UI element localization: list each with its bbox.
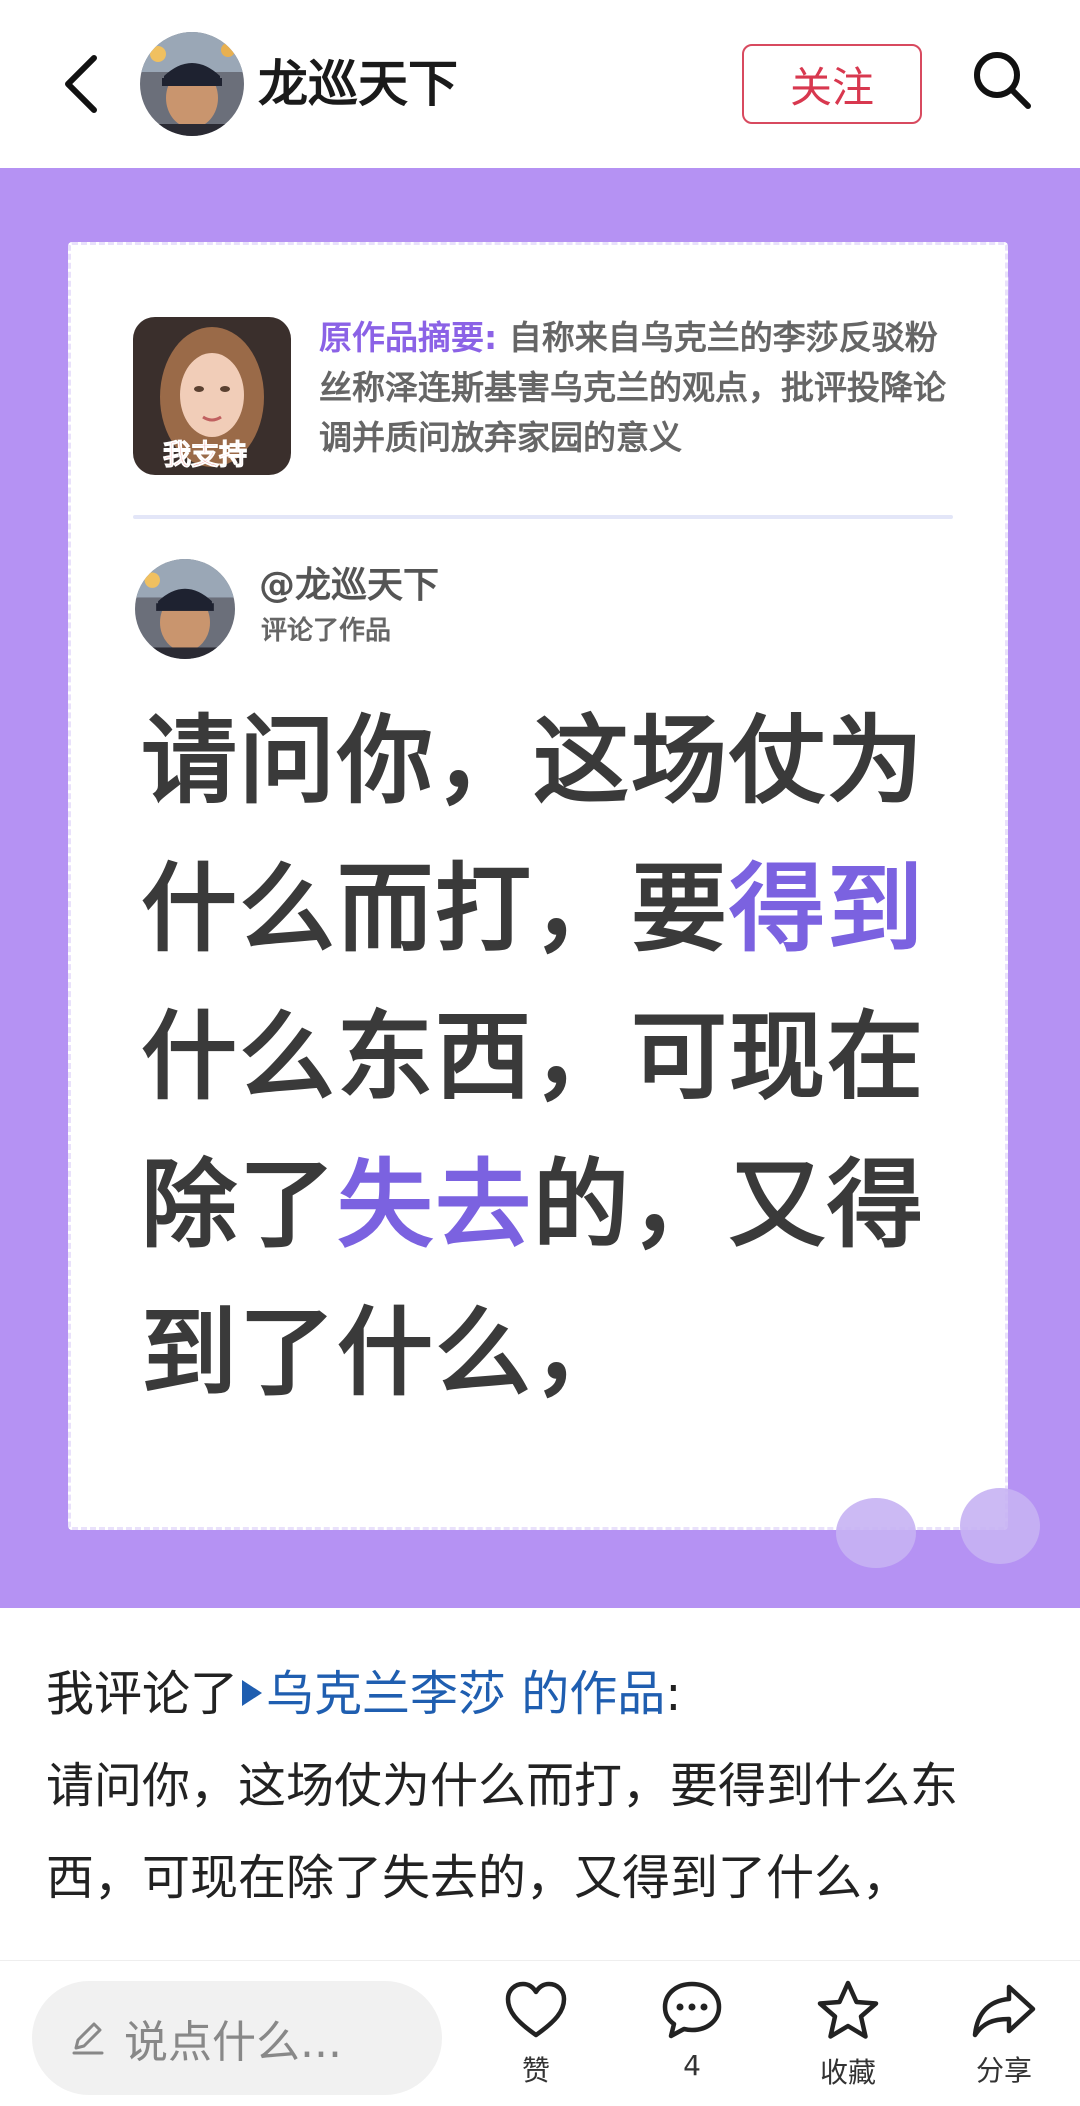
- share-button[interactable]: 分享: [944, 1979, 1064, 2099]
- search-button[interactable]: [962, 40, 1042, 120]
- share-label: 分享: [975, 2054, 1032, 2087]
- top-bar: 龙巡天下 关注: [0, 0, 1080, 168]
- pencil-icon: [68, 2018, 108, 2058]
- comment-count: 4: [683, 2049, 701, 2082]
- comment-input[interactable]: 说点什么...: [32, 1981, 442, 2095]
- play-triangle-icon: [242, 1680, 263, 1706]
- post-suffix: :: [665, 1666, 682, 1722]
- like-label: 赞: [521, 2054, 550, 2087]
- star-icon: [817, 1980, 879, 2039]
- original-work-link[interactable]: 乌克兰李莎 的作品: [266, 1666, 665, 1722]
- decorative-blob: [960, 1488, 1040, 1564]
- paper-card: 我支持 原作品摘要: 自称来自乌克兰的李莎反驳粉丝称泽连斯基害乌克兰的观点，批评…: [68, 242, 1008, 1530]
- post-image-card[interactable]: 我支持 原作品摘要: 自称来自乌克兰的李莎反驳粉丝称泽连斯基害乌克兰的观点，批评…: [0, 168, 1080, 1608]
- comment-button[interactable]: 4: [632, 1979, 752, 2099]
- commenter-avatar: [135, 559, 235, 659]
- comment-placeholder: 说点什么...: [124, 2017, 342, 2068]
- thumbnail-caption: 我支持: [162, 438, 248, 472]
- quote-highlight: 得到: [729, 853, 925, 965]
- comment-bubble-icon: [662, 1981, 722, 2039]
- avatar[interactable]: [140, 32, 244, 136]
- favorite-label: 收藏: [819, 2056, 876, 2089]
- follow-button[interactable]: 关注: [742, 44, 922, 124]
- share-arrow-icon: [972, 1984, 1036, 2038]
- comment-quote: 请问你，这场仗为什么而打，要得到什么东西，可现在除了失去的，又得到了什么，: [141, 687, 941, 1427]
- quote-highlight: 失去: [337, 1149, 533, 1261]
- favorite-button[interactable]: 收藏: [788, 1979, 908, 2099]
- back-button[interactable]: [44, 44, 116, 124]
- post-prefix: 我评论了: [46, 1666, 239, 1722]
- chevron-left-icon: [65, 55, 97, 113]
- post-body: 请问你，这场仗为什么而打，要得到什么东西，可现在除了失去的，又得到了什么，: [46, 1758, 959, 1906]
- decorative-blob: [836, 1498, 916, 1568]
- post-description: 我评论了 乌克兰李莎 的作品: 请问你，这场仗为什么而打，要得到什么东西，可现在除…: [46, 1648, 1036, 1960]
- original-work-thumbnail: 我支持: [133, 317, 291, 475]
- original-summary: 原作品摘要: 自称来自乌克兰的李莎反驳粉丝称泽连斯基害乌克兰的观点，批评投降论调…: [319, 313, 959, 463]
- bottom-action-bar: 说点什么... 赞 4 收藏 分享: [0, 1960, 1080, 2106]
- summary-label: 原作品摘要:: [319, 318, 498, 357]
- search-icon: [974, 52, 1031, 109]
- divider: [133, 515, 953, 519]
- heart-icon: [505, 1981, 567, 2038]
- like-button[interactable]: 赞: [476, 1979, 596, 2099]
- commenter-action: 评论了作品: [261, 616, 392, 646]
- commenter-name: @龙巡天下: [259, 565, 440, 606]
- page-title: 龙巡天下: [258, 55, 458, 113]
